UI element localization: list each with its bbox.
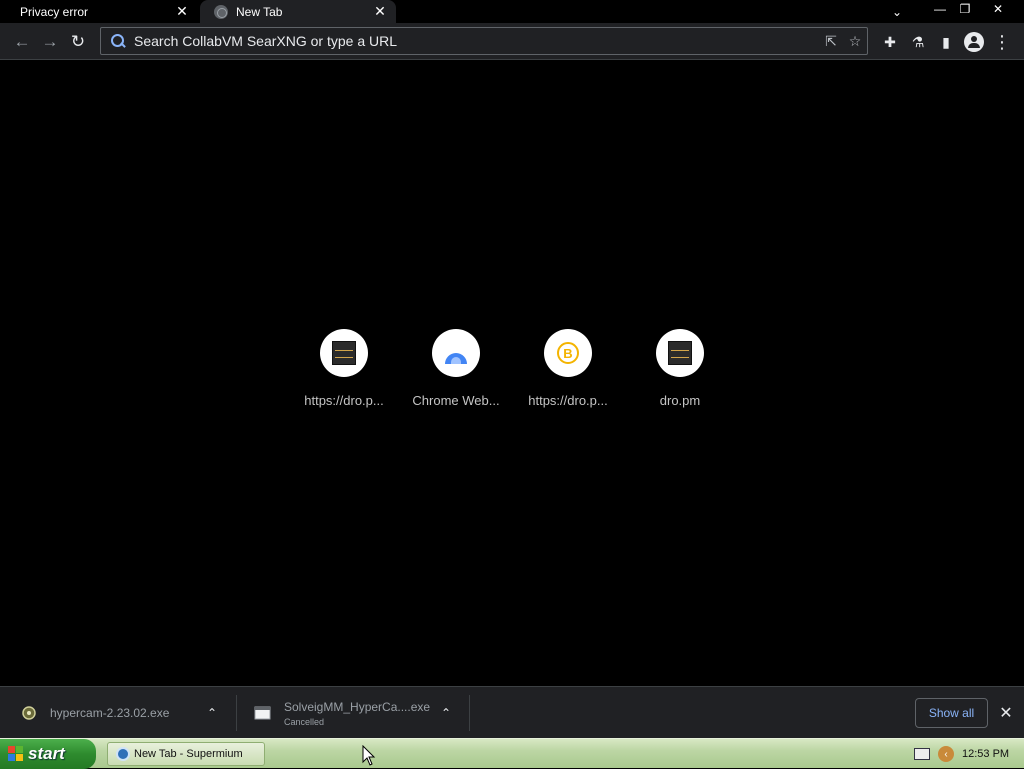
chevron-up-icon[interactable]: ⌃ [436,703,456,723]
system-tray: ‹ 12:53 PM [906,741,1024,767]
cursor-arrow-icon [362,745,376,766]
back-button[interactable]: ← [9,29,35,55]
divider [469,695,470,731]
download-shelf: hypercam-2.23.02.exe ⌃ SolveigMM_HyperCa… [0,686,1024,738]
close-icon[interactable]: ✕ [172,2,192,22]
share-icon[interactable]: ⇱ [819,29,843,53]
shortcut-tiles: https://dro.p... Chrome Web... B https:/… [288,325,736,425]
exe-file-icon [254,706,271,720]
dro-favicon-icon [668,341,692,365]
taskbar-item-label: New Tab - Supermium [134,748,243,760]
download-filename: hypercam-2.23.02.exe [50,706,170,720]
supermium-icon [116,747,130,761]
installer-file-icon [22,706,36,720]
side-panel-icon[interactable]: ▮ [933,29,959,55]
forward-button[interactable]: → [37,29,63,55]
shortcut-icon-circle [656,329,704,377]
profile-button[interactable] [961,29,987,55]
shortcut-tile[interactable]: Chrome Web... [400,325,512,425]
b-coin-icon: B [557,342,579,364]
shortcut-label: https://dro.p... [528,393,608,408]
show-all-button[interactable]: Show all [915,698,988,728]
labs-flask-icon[interactable]: ⚗ [905,29,931,55]
close-icon[interactable]: ✕ [996,703,1016,723]
keyboard-icon[interactable] [914,748,930,760]
tray-arrow-icon[interactable]: ‹ [938,746,954,762]
tab-strip: Privacy error ✕ New Tab ✕ ⌄ — ❐ ✕ [0,0,1024,23]
dro-favicon-icon [332,341,356,365]
shortcut-label: dro.pm [659,393,701,408]
clock: 12:53 PM [962,748,1010,760]
extensions-icon[interactable]: ✚ [877,29,903,55]
tab-new-tab[interactable]: New Tab ✕ [200,0,396,23]
download-status: Cancelled [284,716,325,727]
shortcut-label: Chrome Web... [412,393,500,408]
download-item[interactable]: SolveigMM_HyperCa....exe Cancelled ⌃ [234,693,468,733]
chrome-web-store-icon [445,352,467,364]
search-icon [110,33,126,49]
menu-button[interactable]: ⋮ [989,29,1015,55]
start-button[interactable]: start [0,739,96,769]
minimize-button[interactable]: — [927,0,953,18]
shortcut-tile[interactable]: B https://dro.p... [512,325,624,425]
omnibox[interactable]: ⇱ ☆ [100,27,868,55]
download-item[interactable]: hypercam-2.23.02.exe ⌃ [0,693,236,733]
start-label: start [28,744,65,763]
tab-search-button[interactable]: ⌄ [886,2,908,22]
taskbar-item-browser[interactable]: New Tab - Supermium [107,742,265,766]
tab-title: Privacy error [20,4,89,19]
shortcut-tile[interactable]: dro.pm [624,325,736,425]
chevron-up-icon[interactable]: ⌃ [202,703,222,723]
shortcut-label: https://dro.p... [304,393,384,408]
tab-privacy-error[interactable]: Privacy error ✕ [0,0,198,23]
windows-flag-icon [8,746,24,762]
restore-button[interactable]: ❐ [952,0,978,18]
toolbar: ← → ↻ ⇱ ☆ ✚ ⚗ ▮ ⋮ [0,23,1024,60]
avatar-icon [964,32,984,52]
tab-title: New Tab [236,4,283,19]
address-input[interactable] [134,33,819,49]
window-close-button[interactable]: ✕ [985,0,1011,18]
globe-icon [214,4,228,19]
close-icon[interactable]: ✕ [370,2,390,22]
shortcut-tile[interactable]: https://dro.p... [288,325,400,425]
shortcut-icon-circle [432,329,480,377]
taskbar: start New Tab - Supermium ‹ 12:53 PM [0,738,1024,769]
browser-window: Privacy error ✕ New Tab ✕ ⌄ — ❐ ✕ ← → ↻ … [0,0,1024,738]
download-filename: SolveigMM_HyperCa....exe [284,699,431,714]
shortcut-icon-circle [320,329,368,377]
reload-button[interactable]: ↻ [65,29,91,55]
shortcut-icon-circle: B [544,329,592,377]
bookmark-star-icon[interactable]: ☆ [843,29,867,53]
